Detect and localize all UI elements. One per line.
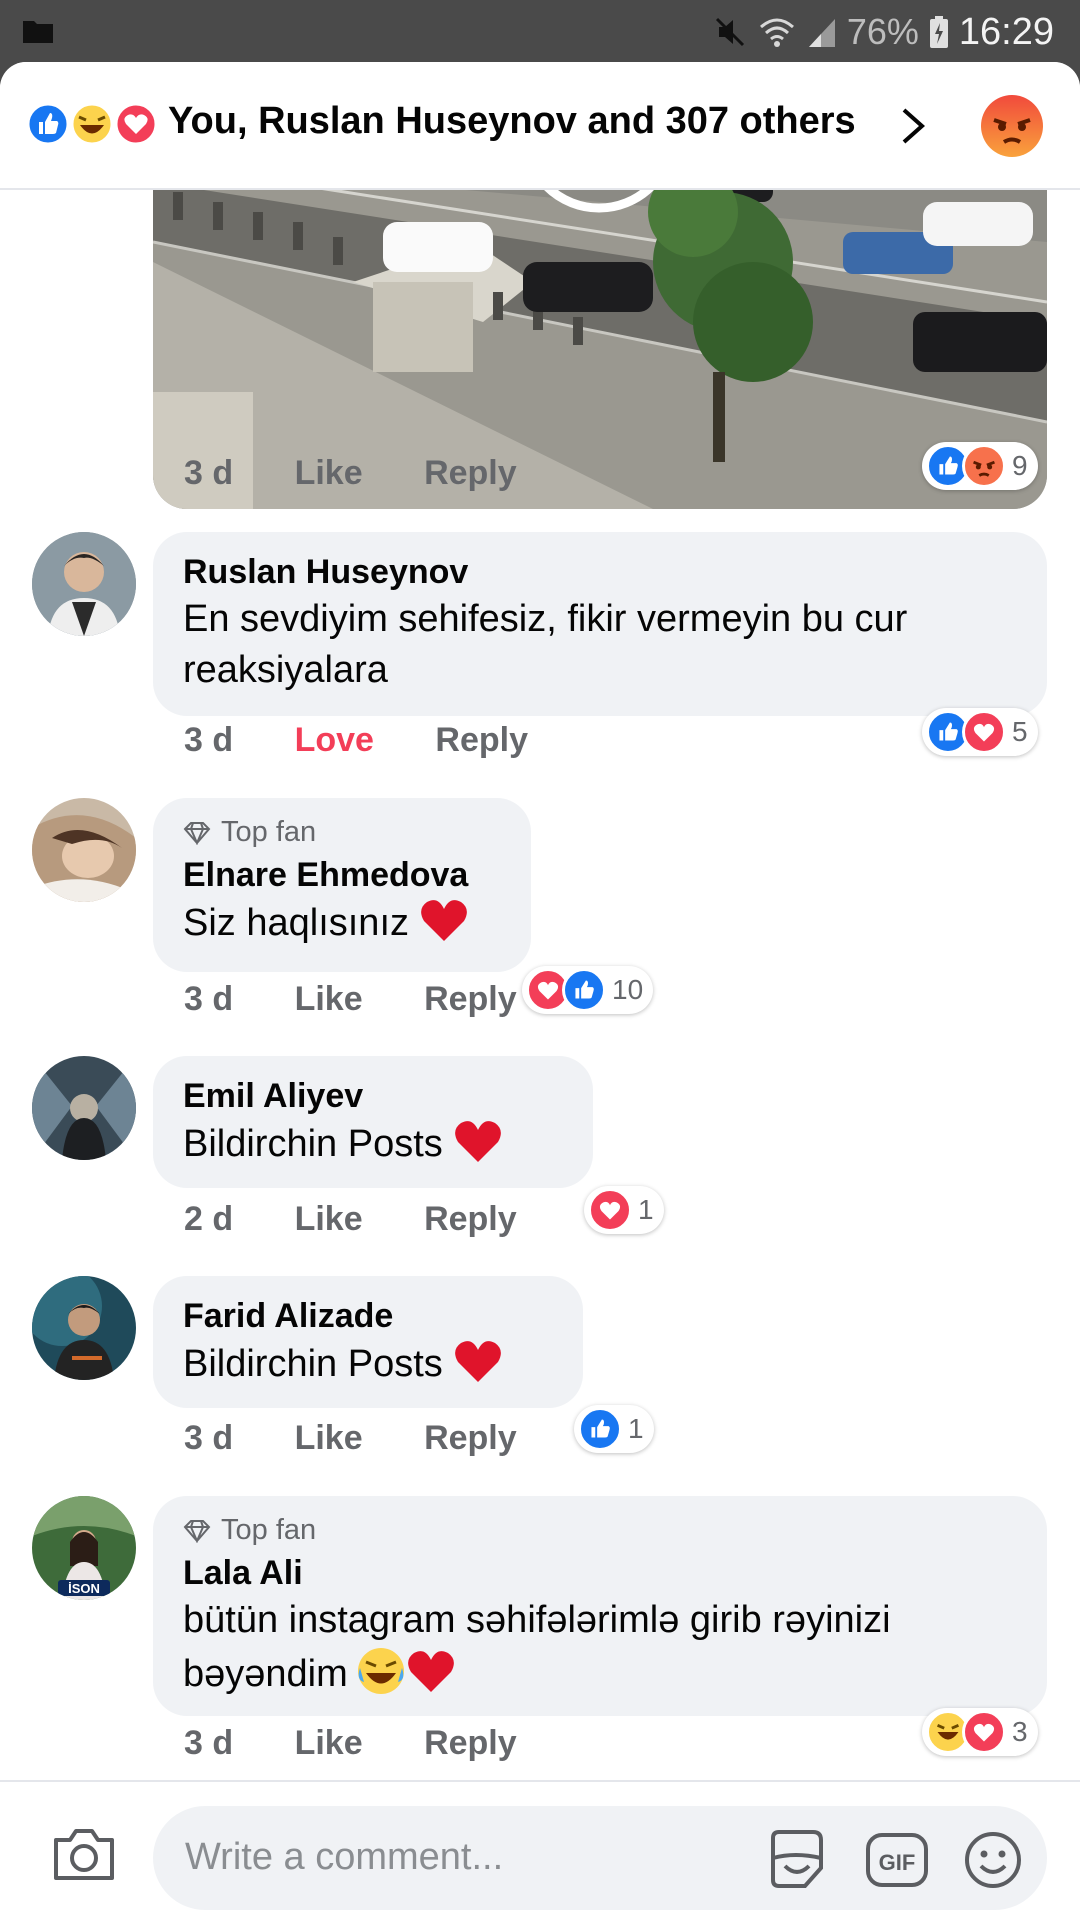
comments-sheet: You, Ruslan Huseynov and 307 others 3 d …: [0, 62, 1080, 1920]
battery-charging-icon: [929, 16, 948, 48]
avatar[interactable]: [32, 1276, 136, 1380]
battery-percent: 76%: [846, 11, 919, 52]
reply-button[interactable]: Reply: [424, 1200, 517, 1239]
comment-time: 3 d: [184, 980, 234, 1018]
sticker-icon[interactable]: [765, 1828, 827, 1890]
mute-icon: [715, 17, 744, 47]
comment-bubble[interactable]: Top fan Elnare Ehmedova Siz haqlısınız: [153, 798, 531, 972]
comment-bubble[interactable]: Farid Alizade Bildirchin Posts: [153, 1276, 583, 1408]
comment-actions: 3 d Like Reply: [184, 1724, 569, 1763]
avatar[interactable]: İSON: [32, 1496, 136, 1600]
clock: 16:29: [958, 10, 1054, 53]
avatar[interactable]: [32, 532, 136, 636]
comment-author[interactable]: Ruslan Huseynov: [183, 550, 1017, 594]
like-button[interactable]: Like: [295, 1200, 363, 1239]
love-icon: [962, 710, 1006, 754]
reaction-count-badge[interactable]: 5: [922, 708, 1038, 756]
comment-time: 3 d: [184, 721, 234, 759]
haha-icon: [70, 102, 114, 146]
top-fan-badge: Top fan: [183, 816, 501, 849]
love-button[interactable]: Love: [295, 721, 374, 760]
signal-icon: [808, 19, 835, 47]
top-fan-label: Top fan: [221, 1514, 317, 1546]
reactions-header[interactable]: You, Ruslan Huseynov and 307 others: [0, 62, 1080, 190]
comment-actions: 2 d Like Reply: [184, 1200, 569, 1239]
reply-button[interactable]: Reply: [435, 721, 528, 760]
comment-time: 3 d: [184, 454, 234, 492]
emoji-icon[interactable]: [963, 1830, 1023, 1890]
status-bar: 76% 16:29: [0, 0, 1080, 62]
reaction-count-badge[interactable]: 3: [922, 1708, 1038, 1756]
like-button[interactable]: Like: [295, 1724, 363, 1763]
angry-icon[interactable]: [980, 94, 1044, 158]
love-icon: [114, 102, 158, 146]
comment-text: bütün instagram səhifələrimlə girib rəyi…: [183, 1599, 891, 1696]
svg-text:GIF: GIF: [879, 1850, 916, 1875]
comment-actions: 3 d Like Reply: [184, 980, 569, 1019]
chevron-right-icon[interactable]: [898, 104, 928, 148]
comment-bubble[interactable]: Ruslan Huseynov En sevdiyim sehifesiz, f…: [153, 532, 1047, 716]
reaction-count: 10: [612, 974, 644, 1005]
comment-input[interactable]: Write a comment... GIF: [153, 1806, 1047, 1910]
reactions-summary-text[interactable]: You, Ruslan Huseynov and 307 others: [168, 100, 856, 143]
love-icon: [588, 1188, 632, 1232]
reaction-count: 3: [1012, 1716, 1028, 1747]
avatar[interactable]: [32, 1056, 136, 1160]
comment-time: 3 d: [184, 1724, 234, 1762]
top-fan-badge: Top fan: [183, 1514, 1017, 1547]
comment-author[interactable]: Farid Alizade: [183, 1294, 553, 1338]
like-button[interactable]: Like: [295, 1419, 363, 1458]
gif-icon[interactable]: GIF: [865, 1832, 929, 1888]
avatar[interactable]: [32, 798, 136, 902]
camera-icon[interactable]: [52, 1826, 116, 1882]
reaction-count: 1: [628, 1413, 644, 1444]
red-heart-emoji-icon: [407, 1651, 454, 1693]
comment-composer: Write a comment... GIF: [0, 1780, 1080, 1920]
comment-bubble[interactable]: Top fan Lala Ali bütün instagram səhifəl…: [153, 1496, 1047, 1716]
diamond-icon: [183, 821, 211, 845]
like-button[interactable]: Like: [295, 454, 363, 493]
reaction-count: 1: [638, 1194, 654, 1225]
comment-time: 2 d: [184, 1200, 234, 1238]
video-comment-actions: 3 d Like Reply: [184, 454, 569, 493]
svg-text:İSON: İSON: [68, 1581, 100, 1596]
comment-input-placeholder: Write a comment...: [185, 1836, 504, 1878]
comment-text: Bildirchin Posts: [183, 1343, 443, 1386]
reaction-count-badge[interactable]: 9: [922, 442, 1038, 490]
like-icon: [578, 1407, 622, 1451]
red-heart-emoji-icon: [421, 900, 467, 942]
red-heart-emoji-icon: [454, 1341, 501, 1383]
reaction-count: 5: [1012, 716, 1028, 747]
comment-text: Bildirchin Posts: [183, 1123, 443, 1166]
reply-button[interactable]: Reply: [424, 1724, 517, 1763]
reply-button[interactable]: Reply: [424, 1419, 517, 1458]
love-icon: [962, 1710, 1006, 1754]
reaction-count-badge[interactable]: 1: [584, 1186, 664, 1234]
comment-text: En sevdiyim sehifesiz, fikir vermeyin bu…: [183, 598, 908, 692]
reaction-summary-icons: [26, 102, 158, 146]
comment-bubble[interactable]: Emil Aliyev Bildirchin Posts: [153, 1056, 593, 1188]
reaction-count-badge[interactable]: 1: [574, 1405, 654, 1453]
comment-actions: 3 d Love Reply: [184, 721, 580, 760]
wifi-icon: [759, 18, 794, 47]
comment-author[interactable]: Lala Ali: [183, 1551, 1017, 1595]
reaction-count: 9: [1012, 450, 1028, 481]
red-heart-emoji-icon: [454, 1121, 501, 1163]
reply-button[interactable]: Reply: [424, 980, 517, 1019]
reply-button[interactable]: Reply: [424, 454, 517, 493]
comment-actions: 3 d Like Reply: [184, 1419, 569, 1458]
angry-icon: [962, 444, 1006, 488]
comment-time: 3 d: [184, 1419, 234, 1457]
folder-icon: [23, 21, 53, 43]
status-icons: 76% 16:29: [713, 10, 1054, 54]
like-button[interactable]: Like: [295, 980, 363, 1019]
laughing-emoji-icon: [357, 1648, 404, 1695]
like-icon: [26, 102, 70, 146]
comment-author[interactable]: Emil Aliyev: [183, 1074, 563, 1118]
top-fan-label: Top fan: [221, 816, 317, 848]
comment-author[interactable]: Elnare Ehmedova: [183, 853, 501, 897]
comment-text: Siz haqlısınız: [183, 902, 409, 945]
diamond-icon: [183, 1519, 211, 1543]
